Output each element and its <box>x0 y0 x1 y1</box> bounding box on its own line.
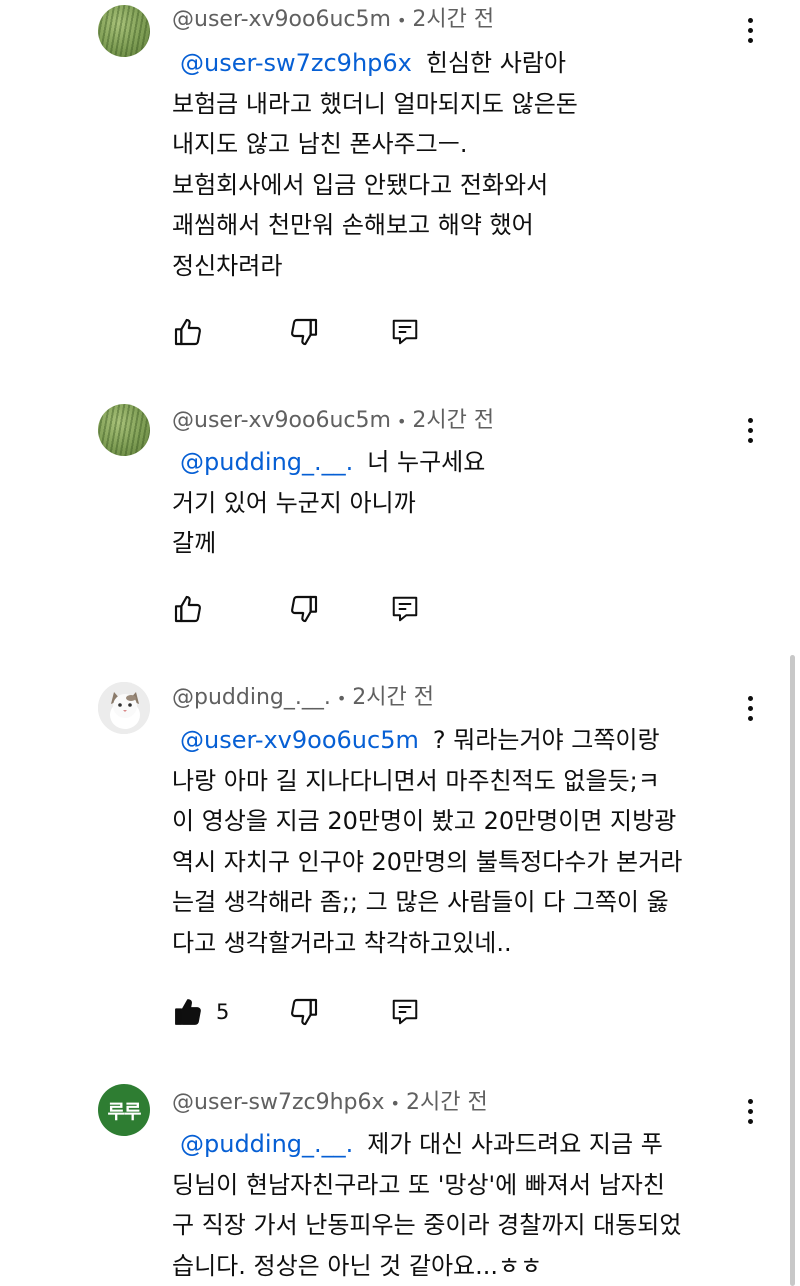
thumbs-up-icon <box>174 318 201 346</box>
mention-link[interactable]: @pudding_.__. <box>180 448 353 476</box>
mention-link[interactable]: @pudding_.__. <box>180 1130 353 1158</box>
like-button[interactable] <box>172 589 204 629</box>
comment-actions <box>172 589 472 629</box>
comment-text: @pudding_.__. 너 누구세요 거기 있어 누군지 아니까 갈께 <box>172 448 486 557</box>
comment-time: 2시간 전 <box>405 1090 488 1115</box>
author-name[interactable]: @user-xv9oo6uc5m <box>172 408 391 433</box>
thumbs-down-icon <box>291 998 318 1026</box>
like-button[interactable] <box>172 312 204 352</box>
reply-button[interactable] <box>390 992 420 1032</box>
cat-avatar-image <box>98 682 150 734</box>
author-avatar[interactable] <box>98 404 150 456</box>
reply-button[interactable] <box>390 589 420 629</box>
dislike-button[interactable] <box>288 312 320 352</box>
mention-link[interactable]: @user-xv9oo6uc5m <box>180 726 419 754</box>
comment-time: 2시간 전 <box>412 7 495 32</box>
comment-actions <box>172 312 472 352</box>
comment-time: 2시간 전 <box>412 408 495 433</box>
comment-time: 2시간 전 <box>352 685 435 710</box>
like-count: 5 <box>216 1000 230 1024</box>
scrollbar[interactable] <box>790 655 795 1286</box>
author-avatar[interactable] <box>98 682 150 734</box>
reply-button[interactable] <box>390 312 420 352</box>
author-avatar[interactable]: 루루 <box>98 1084 150 1136</box>
reply-icon <box>392 319 418 345</box>
separator-dot: • <box>396 11 407 30</box>
thumbs-up-icon <box>174 595 201 623</box>
reply-icon <box>392 596 418 622</box>
separator-dot: • <box>396 412 407 431</box>
comment-meta: @user-xv9oo6uc5m • 2시간 전 <box>172 5 494 35</box>
separator-dot: • <box>336 689 347 708</box>
separator-dot: • <box>390 1094 400 1113</box>
mention-link[interactable]: @user-sw7zc9hp6x <box>180 49 412 77</box>
author-name[interactable]: @user-xv9oo6uc5m <box>172 7 391 32</box>
comment-text: @user-xv9oo6uc5m? 뭐라는거야 그쪽이랑 나랑 아마 길 지나다… <box>172 726 683 957</box>
comment-text: @pudding_.__. 제가 대신 사과드려요 지금 푸 딩님이 현남자친구라… <box>172 1130 682 1280</box>
thumbs-up-filled-icon <box>175 999 201 1025</box>
thumbs-down-icon <box>291 318 318 346</box>
thumbs-down-icon <box>291 595 318 623</box>
author-name[interactable]: @pudding_.__. <box>172 685 331 710</box>
comment-meta: @pudding_.__. • 2시간 전 <box>172 683 434 713</box>
comment-text: @user-sw7zc9hp6x 힌심한 사람아 보험금 내라고 했더니 얼마되지… <box>172 49 578 280</box>
author-avatar[interactable] <box>98 5 150 57</box>
comment-meta: @user-sw7zc9hp6x • 2시간 전 <box>172 1088 488 1118</box>
reply-icon <box>392 999 418 1025</box>
comment-actions: 5 <box>172 992 472 1032</box>
comment-meta: @user-xv9oo6uc5m • 2시간 전 <box>172 406 494 436</box>
author-name[interactable]: @user-sw7zc9hp6x <box>172 1090 385 1115</box>
dislike-button[interactable] <box>288 992 320 1032</box>
like-button[interactable]: 5 <box>172 992 229 1032</box>
dislike-button[interactable] <box>288 589 320 629</box>
